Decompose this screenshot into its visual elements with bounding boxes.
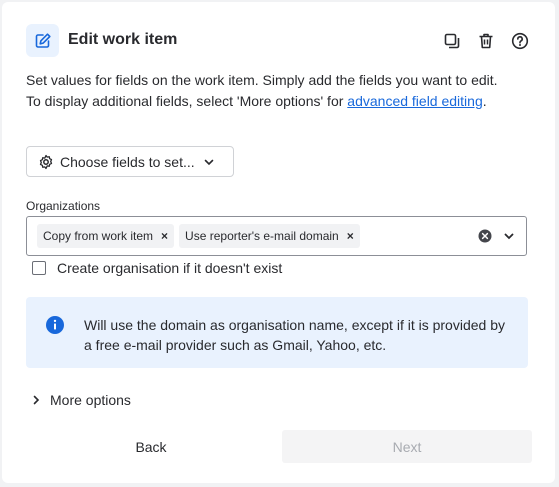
create-organisation-label: Create organisation if it doesn't exist — [57, 260, 283, 276]
tag-label: Use reporter's e-mail domain — [185, 229, 339, 243]
description-line-1: Set values for fields on the work item. … — [26, 72, 498, 88]
duplicate-icon[interactable] — [441, 30, 463, 52]
create-organisation-checkbox[interactable] — [32, 261, 46, 275]
panel-header: Edit work item — [26, 24, 531, 58]
choose-fields-label: Choose fields to set... — [60, 153, 195, 170]
description-line-2-suffix: . — [482, 92, 487, 109]
chevron-down-icon[interactable] — [502, 229, 516, 248]
trash-icon[interactable] — [475, 30, 497, 52]
help-icon[interactable] — [509, 30, 531, 52]
advanced-field-editing-link[interactable]: advanced field editing — [347, 93, 482, 109]
chevron-down-icon — [203, 156, 215, 168]
edit-icon — [26, 24, 59, 57]
description: Set values for fields on the work item. … — [26, 70, 531, 111]
tag-label: Copy from work item — [43, 229, 154, 243]
info-banner: Will use the domain as organisation name… — [26, 297, 528, 368]
more-options-toggle[interactable]: More options — [30, 392, 131, 408]
tag-use-reporter-email-domain: Use reporter's e-mail domain × — [179, 224, 360, 248]
description-line-2: To display additional fields, select 'Mo… — [26, 91, 531, 112]
choose-fields-button[interactable]: Choose fields to set... — [26, 146, 234, 177]
clear-selection-icon[interactable] — [478, 229, 492, 248]
organizations-label: Organizations — [26, 199, 101, 213]
chevron-right-icon — [30, 394, 42, 406]
more-options-label: More options — [50, 392, 131, 408]
remove-tag-icon[interactable]: × — [161, 229, 168, 243]
page-title: Edit work item — [68, 31, 178, 48]
edit-work-item-panel: Edit work item Set values for fields on … — [2, 2, 555, 483]
description-line-2-prefix: To display additional fields, select 'Mo… — [26, 92, 348, 109]
organizations-select[interactable]: Copy from work item × Use reporter's e-m… — [26, 216, 527, 256]
info-banner-text: Will use the domain as organisation name… — [84, 317, 505, 353]
remove-tag-icon[interactable]: × — [347, 229, 354, 243]
info-icon — [45, 315, 65, 340]
back-button[interactable]: Back — [26, 430, 276, 463]
organizations-tags: Copy from work item × Use reporter's e-m… — [37, 224, 360, 248]
tag-copy-from-work-item: Copy from work item × — [37, 224, 175, 248]
create-organisation-option: Create organisation if it doesn't exist — [32, 260, 282, 276]
next-button[interactable]: Next — [282, 430, 532, 463]
gear-icon — [38, 154, 54, 170]
